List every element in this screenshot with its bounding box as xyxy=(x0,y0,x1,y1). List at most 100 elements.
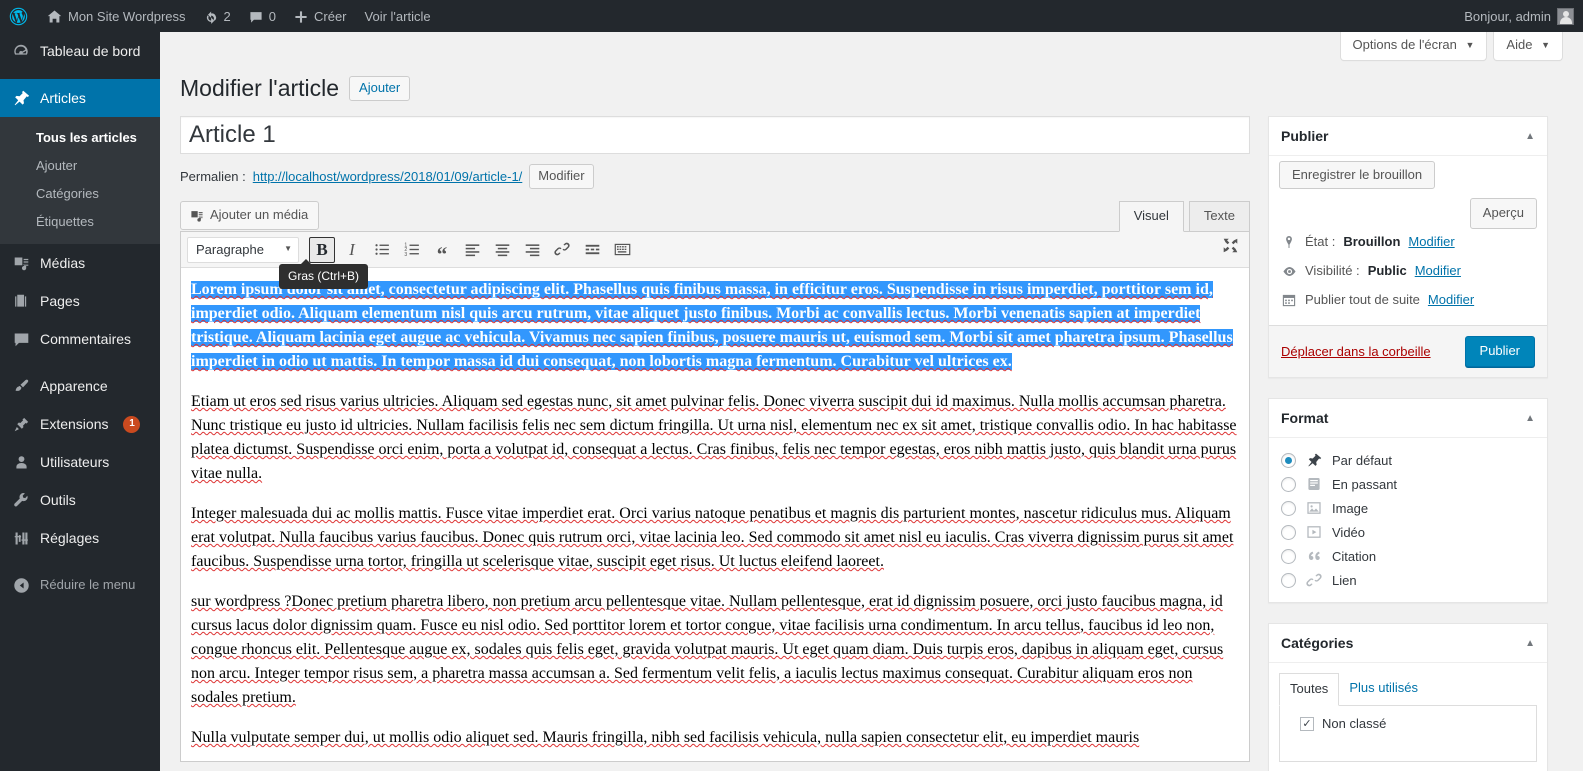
edit-schedule-link[interactable]: Modifier xyxy=(1428,291,1474,309)
permalink-link[interactable]: http://localhost/wordpress/2018/01/09/ar… xyxy=(253,165,523,189)
bullet-list-button[interactable] xyxy=(369,237,395,263)
numbered-list-button[interactable]: 123 xyxy=(399,237,425,263)
tab-text[interactable]: Texte xyxy=(1188,201,1250,232)
sidebar-item-tools[interactable]: Outils xyxy=(0,481,160,519)
my-account-menu[interactable]: Bonjour, admin xyxy=(1455,0,1583,32)
image-icon xyxy=(1305,500,1323,516)
sidebar-item-appearance[interactable]: Apparence xyxy=(0,367,160,405)
link-button[interactable] xyxy=(549,237,575,263)
sidebar-item-settings[interactable]: Réglages xyxy=(0,519,160,557)
read-more-button[interactable] xyxy=(579,237,605,263)
toolbar-toggle-button[interactable] xyxy=(609,237,635,263)
format-option-link[interactable]: Lien xyxy=(1279,568,1537,592)
fullscreen-button[interactable] xyxy=(1222,237,1239,255)
media-buttons-row: Ajouter un média Visuel Texte xyxy=(180,201,1250,232)
blockquote-button[interactable]: “ xyxy=(429,237,455,265)
align-right-button[interactable] xyxy=(519,237,545,263)
submenu-item-add-new[interactable]: Ajouter xyxy=(0,152,160,180)
preview-button[interactable]: Aperçu xyxy=(1469,198,1537,229)
post-status-value: Brouillon xyxy=(1343,234,1401,249)
publish-button[interactable]: Publier xyxy=(1464,336,1535,367)
sidebar-item-plugins[interactable]: Extensions 1 xyxy=(0,405,160,443)
screen-options-button[interactable]: Options de l'écran ▼ xyxy=(1339,32,1488,61)
selected-paragraph[interactable]: Lorem ipsum dolor sit amet, consectetur … xyxy=(191,278,1239,374)
updates-link[interactable]: 2 xyxy=(195,0,240,32)
chevron-up-icon[interactable]: ▲ xyxy=(1525,131,1535,142)
align-center-button[interactable] xyxy=(489,237,515,263)
radio-button[interactable] xyxy=(1281,572,1296,588)
chevron-up-icon[interactable]: ▲ xyxy=(1525,413,1535,424)
selected-text: Lorem ipsum dolor sit amet, consectetur … xyxy=(191,281,1233,370)
format-metabox: Format ▲ Par défaut En passant Image Vid… xyxy=(1268,398,1548,603)
paragraph-format-value: Paragraphe xyxy=(196,242,264,257)
categories-tabs: Toutes Plus utilisés xyxy=(1279,673,1537,706)
comments-link[interactable]: 0 xyxy=(240,0,285,32)
view-post-label: Voir l'article xyxy=(364,8,431,24)
content-paragraph[interactable]: Etiam ut eros sed risus varius ultricies… xyxy=(191,390,1239,486)
category-item[interactable]: ✓ Non classé xyxy=(1290,716,1526,731)
sidebar-item-dashboard[interactable]: Tableau de bord xyxy=(0,32,160,70)
format-metabox-header[interactable]: Format ▲ xyxy=(1269,399,1547,438)
wordpress-logo-button[interactable] xyxy=(0,0,38,32)
format-option-quote[interactable]: Citation xyxy=(1279,544,1537,568)
bold-button-tooltip: Gras (Ctrl+B) xyxy=(279,259,369,289)
sidebar-item-comments[interactable]: Commentaires xyxy=(0,320,160,358)
sidebar-item-pages[interactable]: Pages xyxy=(0,282,160,320)
category-checkbox[interactable]: ✓ xyxy=(1300,716,1314,731)
tab-most-used-categories[interactable]: Plus utilisés xyxy=(1339,673,1428,705)
site-name-link[interactable]: Mon Site Wordpress xyxy=(38,0,195,32)
content-paragraph[interactable]: Integer malesuada dui ac mollis mattis. … xyxy=(191,502,1239,574)
tab-visual[interactable]: Visuel xyxy=(1118,201,1184,232)
chevron-up-icon[interactable]: ▲ xyxy=(1525,638,1535,649)
italic-button[interactable]: I xyxy=(339,237,365,263)
post-status-row: État : Brouillon Modifier xyxy=(1279,228,1537,257)
format-option-video[interactable]: Vidéo xyxy=(1279,520,1537,544)
admin-sidebar: Tableau de bord Articles Tous les articl… xyxy=(0,32,168,771)
content-paragraph[interactable]: sur wordpress ?Donec pretium pharetra li… xyxy=(191,590,1239,710)
add-media-button[interactable]: Ajouter un média xyxy=(180,201,320,230)
move-to-trash-link[interactable]: Déplacer dans la corbeille xyxy=(1281,344,1431,359)
sidebar-item-users[interactable]: Utilisateurs xyxy=(0,443,160,481)
edit-permalink-button[interactable]: Modifier xyxy=(529,164,594,189)
collapse-menu-button[interactable]: Réduire le menu xyxy=(0,566,160,604)
quote-icon xyxy=(1305,548,1323,564)
edit-visibility-link[interactable]: Modifier xyxy=(1415,262,1461,280)
bold-icon: B xyxy=(316,239,328,259)
radio-button[interactable] xyxy=(1281,524,1296,540)
view-post-link[interactable]: Voir l'article xyxy=(356,0,440,32)
format-metabox-title: Format xyxy=(1281,410,1329,426)
radio-button[interactable] xyxy=(1281,452,1296,468)
categories-metabox-header[interactable]: Catégories ▲ xyxy=(1269,624,1547,663)
bullet-list-icon xyxy=(374,241,391,259)
help-button[interactable]: Aide ▼ xyxy=(1493,32,1563,61)
format-option-aside[interactable]: En passant xyxy=(1279,472,1537,496)
bold-button[interactable]: B xyxy=(309,236,335,263)
radio-button[interactable] xyxy=(1281,548,1296,564)
plus-icon xyxy=(294,8,308,24)
sidebar-item-articles[interactable]: Articles xyxy=(0,79,168,117)
tab-all-categories[interactable]: Toutes xyxy=(1279,673,1340,706)
new-content-button[interactable]: Créer xyxy=(285,0,356,32)
sidebar-item-media[interactable]: Médias xyxy=(0,244,160,282)
avatar xyxy=(1557,7,1574,25)
submenu-item-all-posts[interactable]: Tous les articles xyxy=(0,124,160,152)
content-paragraph[interactable]: Nulla vulputate semper dui, ut mollis od… xyxy=(191,726,1239,750)
align-left-button[interactable] xyxy=(459,237,485,263)
format-option-image[interactable]: Image xyxy=(1279,496,1537,520)
post-content-editor[interactable]: Lorem ipsum dolor sit amet, consectetur … xyxy=(181,268,1249,761)
edit-status-link[interactable]: Modifier xyxy=(1408,233,1454,251)
save-draft-button[interactable]: Enregistrer le brouillon xyxy=(1279,161,1436,189)
categories-checklist[interactable]: ✓ Non classé xyxy=(1279,706,1537,762)
format-option-standard[interactable]: Par défaut xyxy=(1279,448,1537,472)
editor-toolbar: Paragraphe ▼ B I 1 2 3 “ Gras (Ctrl+B) xyxy=(181,232,1249,289)
add-new-post-button[interactable]: Ajouter xyxy=(349,76,411,101)
post-title-input[interactable] xyxy=(180,116,1250,154)
submenu-item-categories[interactable]: Catégories xyxy=(0,180,160,208)
publish-metabox-header[interactable]: Publier ▲ xyxy=(1269,117,1547,156)
screen-meta-links: Options de l'écran ▼ Aide ▼ xyxy=(1339,32,1563,61)
paragraph-format-select[interactable]: Paragraphe ▼ xyxy=(187,236,299,263)
radio-button[interactable] xyxy=(1281,476,1296,492)
radio-button[interactable] xyxy=(1281,500,1296,516)
submenu-item-tags[interactable]: Étiquettes xyxy=(0,208,160,236)
add-media-label: Ajouter un média xyxy=(210,207,309,222)
